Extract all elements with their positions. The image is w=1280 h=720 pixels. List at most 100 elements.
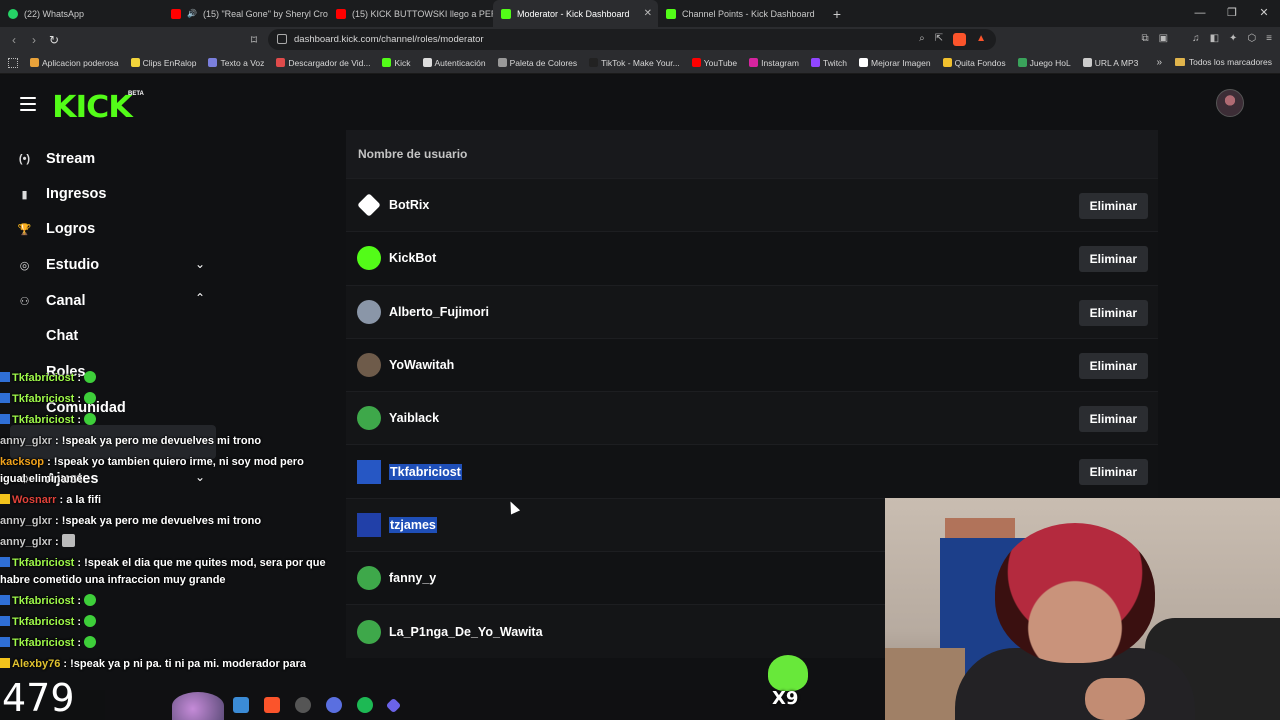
hamburger-menu-icon[interactable]	[20, 97, 36, 115]
tab-channel-points[interactable]: Channel Points - Kick Dashboard	[658, 0, 823, 27]
remove-moderator-button[interactable]: Eliminar	[1078, 246, 1148, 273]
sidebar-item-chat[interactable]: Chat	[46, 328, 78, 344]
chat-emote-icon	[84, 392, 97, 404]
sidebar-item-stream[interactable]: (•) Stream	[18, 151, 95, 167]
tab-youtube-kick-buttowski[interactable]: (15) KICK BUTTOWSKI llego a PERÚ -	[328, 0, 493, 27]
moderator-username[interactable]: fanny_y	[389, 571, 436, 585]
forward-icon[interactable]: ›	[24, 33, 44, 47]
chat-username[interactable]: Tkfabriciost	[12, 372, 74, 384]
sidebar-item-estudio[interactable]: ◎ Estudio	[18, 257, 99, 273]
moderator-avatar	[357, 406, 381, 431]
tab-youtube-real-gone[interactable]: 🔊 (15) "Real Gone" by Sheryl Crow	[163, 0, 328, 27]
sidebar-item-ingresos[interactable]: ▮ Ingresos	[18, 186, 106, 202]
moderator-avatar	[357, 299, 381, 324]
restore-icon[interactable]: ❐	[1216, 0, 1248, 27]
close-window-icon[interactable]: ✕	[1248, 0, 1280, 27]
new-tab-button[interactable]: +	[823, 6, 851, 22]
tab-whatsapp[interactable]: (22) WhatsApp	[0, 0, 163, 27]
remove-moderator-button[interactable]: Eliminar	[1078, 406, 1148, 433]
bookmark-item[interactable]: Clips EnRalop	[130, 58, 196, 68]
sidebar-item-logros[interactable]: 🏆 Logros	[18, 221, 95, 237]
moderator-username[interactable]: Tkfabriciost	[389, 463, 462, 480]
moderator-username[interactable]: tzjames	[389, 516, 437, 533]
spotify-icon[interactable]	[357, 697, 373, 713]
menu-icon[interactable]: ≡	[1266, 33, 1272, 44]
media-icon[interactable]: ♫	[1192, 33, 1200, 44]
bookmark-item[interactable]: Texto a Voz	[208, 58, 264, 68]
moderator-username[interactable]: YoWawitah	[389, 358, 454, 372]
chat-username[interactable]: Tkfabriciost	[12, 616, 74, 628]
bookmark-item[interactable]: Twitch	[810, 58, 847, 68]
minimize-icon[interactable]: —	[1184, 0, 1216, 27]
store-icon[interactable]	[233, 697, 249, 713]
url-field[interactable]: dashboard.kick.com/channel/roles/moderat…	[268, 29, 996, 50]
zoom-icon[interactable]: ⌕	[919, 33, 925, 46]
discord-icon[interactable]	[326, 697, 342, 713]
brave-rewards-icon[interactable]: ▲	[976, 33, 986, 46]
bookmark-item[interactable]: Instagram	[749, 58, 799, 68]
moderator-username[interactable]: Yaiblack	[389, 411, 439, 425]
remove-moderator-button[interactable]: Eliminar	[1078, 299, 1148, 326]
share-icon[interactable]: ⇱	[935, 33, 943, 46]
browser-tab-bar: (22) WhatsApp 🔊 (15) "Real Gone" by Sher…	[0, 0, 1280, 27]
chat-username[interactable]: Tkfabriciost	[12, 595, 74, 607]
chat-username[interactable]: anny_glxr	[0, 435, 52, 447]
vpn-icon[interactable]: ⬡	[1247, 33, 1256, 44]
bookmark-item[interactable]: Autenticación	[422, 58, 486, 68]
bookmark-item[interactable]: TikTok - Make Your...	[589, 58, 680, 68]
sidebar-toggle-icon[interactable]: ◧	[1210, 33, 1219, 44]
chevron-up-icon[interactable]: ⌃	[195, 291, 205, 305]
kick-logo[interactable]: KICK	[52, 90, 133, 125]
bookmark-item[interactable]: Aplicacion poderosa	[30, 58, 119, 68]
tab-moderator-kick-dashboard[interactable]: Moderator - Kick Dashboard ✕	[493, 0, 658, 27]
bookmark-favicon-icon	[276, 58, 286, 67]
remove-moderator-button[interactable]: Eliminar	[1078, 459, 1148, 486]
remove-moderator-button[interactable]: Eliminar	[1078, 352, 1148, 379]
moderator-username[interactable]: Alberto_Fujimori	[389, 305, 489, 319]
wallet-icon[interactable]: ▣	[1159, 33, 1168, 44]
chat-username[interactable]: Alexby76	[12, 658, 60, 670]
extensions-icon[interactable]: ⧉	[1141, 33, 1148, 44]
site-info-icon[interactable]	[277, 34, 287, 44]
sidebar-item-canal[interactable]: ⚇ Canal	[18, 293, 86, 309]
chat-username[interactable]: Tkfabriciost	[12, 557, 74, 569]
leo-icon[interactable]: ✦	[1229, 33, 1237, 44]
app-icon[interactable]	[385, 697, 402, 713]
bookmark-icon[interactable]: ⌑	[244, 33, 264, 47]
reload-icon[interactable]: ↻	[44, 33, 64, 47]
moderator-username[interactable]: La_P1nga_De_Yo_Wawita	[389, 625, 543, 639]
bookmark-item[interactable]: Descargador de Vid...	[276, 58, 370, 68]
stream-chat-overlay: Tkfabriciost : Tkfabriciost : Tkfabricio…	[0, 368, 330, 675]
moderator-username[interactable]: BotRix	[389, 198, 429, 212]
brave-shield-icon[interactable]	[953, 33, 967, 46]
chat-username[interactable]: anny_glxr	[0, 536, 52, 548]
speaker-icon[interactable]: 🔊	[187, 9, 197, 18]
bookmark-item[interactable]: Quita Fondos	[942, 58, 1006, 68]
chat-username[interactable]: Tkfabriciost	[12, 637, 74, 649]
bookmark-item[interactable]: YouTube	[691, 58, 737, 68]
chevron-down-icon[interactable]: ⌄	[195, 257, 205, 271]
brave-icon[interactable]	[264, 697, 280, 713]
bookmark-item[interactable]: Kick	[382, 58, 411, 68]
user-avatar[interactable]	[1216, 89, 1244, 117]
bookmark-item[interactable]: Paleta de Colores	[497, 58, 577, 68]
more-bookmarks-icon[interactable]: »	[1156, 57, 1162, 68]
moderator-row: KickBot Eliminar	[346, 231, 1158, 285]
chat-username[interactable]: Tkfabriciost	[12, 414, 74, 426]
chat-username[interactable]: kacksop	[0, 456, 44, 468]
chat-username[interactable]: Tkfabriciost	[12, 393, 74, 405]
bookmark-item[interactable]: Mejorar Imagen	[859, 58, 931, 68]
obs-icon[interactable]	[295, 697, 311, 713]
chat-username[interactable]: Wosnarr	[12, 494, 56, 506]
folder-icon	[1174, 58, 1185, 66]
back-icon[interactable]: ‹	[4, 33, 24, 47]
chat-username[interactable]: anny_glxr	[0, 515, 52, 527]
all-bookmarks-folder[interactable]: Todos los marcadores	[1174, 57, 1272, 67]
bookmark-item[interactable]: URL A MP3	[1082, 58, 1138, 68]
bookmark-item[interactable]: Juego HoL	[1017, 58, 1071, 68]
chat-badge-icon	[0, 414, 10, 424]
apps-icon[interactable]	[8, 58, 18, 68]
remove-moderator-button[interactable]: Eliminar	[1078, 193, 1148, 219]
moderator-username[interactable]: KickBot	[389, 251, 436, 265]
close-tab-icon[interactable]: ✕	[644, 8, 652, 19]
